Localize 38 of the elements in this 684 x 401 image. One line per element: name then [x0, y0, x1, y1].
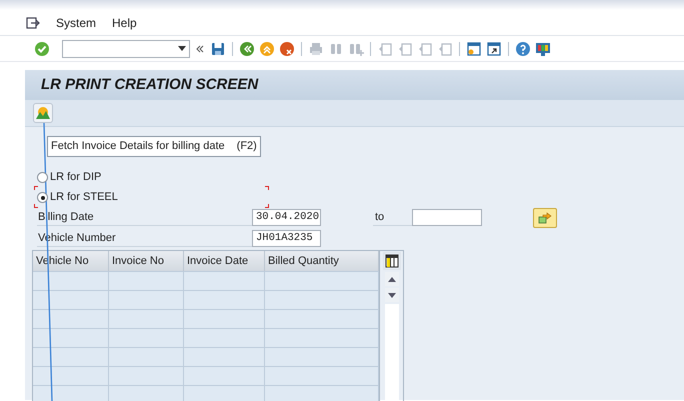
menu-item[interactable]: System [56, 14, 96, 32]
dropdown-icon [178, 46, 186, 51]
shortcut-window-icon[interactable] [486, 40, 502, 56]
scroll-down-icon[interactable] [384, 288, 398, 302]
arrow-folder-icon [538, 212, 552, 224]
command-field[interactable] [62, 40, 190, 58]
first-page-icon[interactable] [377, 40, 393, 56]
new-window-icon[interactable] [466, 40, 482, 56]
fetch-button[interactable] [33, 103, 53, 123]
monitor-icon[interactable] [535, 40, 551, 56]
mountain-sun-icon [35, 106, 51, 120]
last-page-icon[interactable] [437, 40, 453, 56]
date-field[interactable]: 30.04.2020 [252, 209, 321, 226]
multiple-selection-button[interactable] [533, 208, 557, 228]
column-settings-icon[interactable] [382, 252, 400, 270]
printer-icon[interactable] [308, 40, 324, 56]
radio-label[interactable]: LR for STEEL [50, 189, 118, 206]
menu-item[interactable]: Help [112, 14, 137, 32]
column-header[interactable]: Invoice Date [184, 251, 265, 271]
column-header[interactable]: Invoice No [109, 251, 184, 271]
next-page-icon[interactable] [417, 40, 433, 56]
up-arrows-icon[interactable] [259, 40, 275, 56]
radio-button[interactable] [37, 192, 48, 203]
previous-page-icon[interactable] [397, 40, 413, 56]
date-to-field[interactable] [412, 209, 482, 226]
vehicle-field[interactable]: JH01A3235 [252, 230, 321, 247]
back-icon[interactable] [239, 40, 255, 56]
screen-title: LR PRINT CREATION SCREEN [41, 74, 258, 95]
column-header[interactable]: Billed Quantity [265, 251, 379, 271]
menu-icon[interactable] [26, 16, 40, 28]
radio-button[interactable] [37, 172, 48, 183]
cancel-icon[interactable] [279, 40, 295, 56]
help-icon[interactable] [515, 40, 531, 56]
tooltip: Fetch Invoice Details for billing date (F2) [47, 136, 261, 156]
scroll-up-icon[interactable] [384, 272, 398, 286]
save-icon[interactable] [210, 40, 226, 56]
check-icon[interactable] [34, 40, 50, 56]
radio-label[interactable]: LR for DIP [50, 169, 102, 186]
